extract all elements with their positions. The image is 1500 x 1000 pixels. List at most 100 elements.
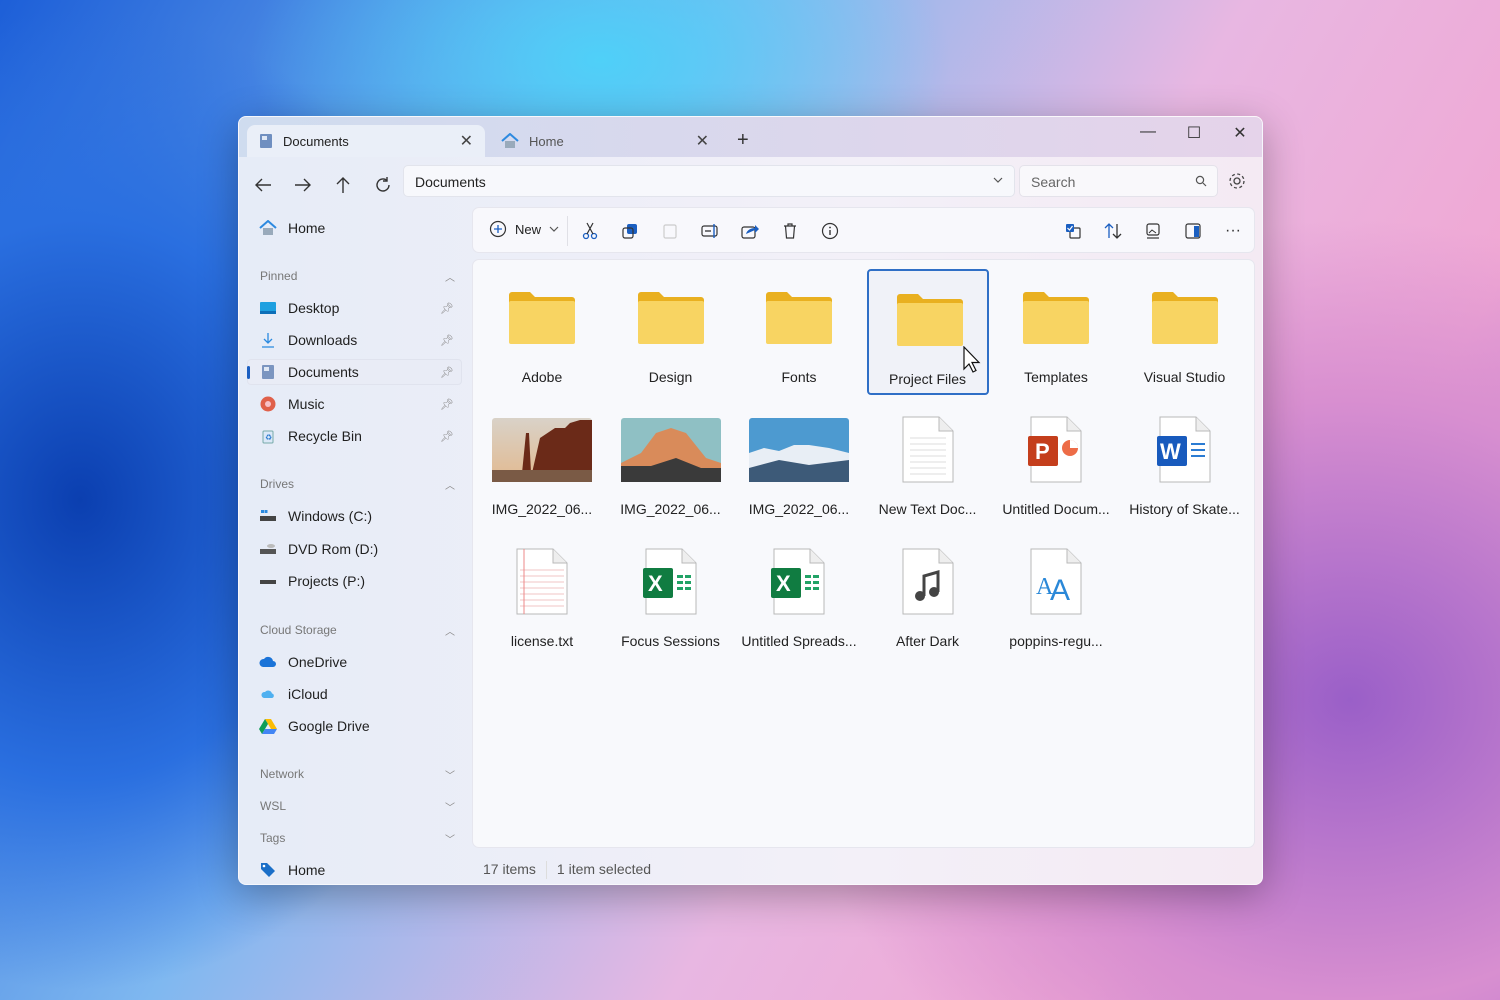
sidebar-item-home[interactable]: Home <box>247 857 462 883</box>
sidebar-item-dvd-rom-d[interactable]: DVD Rom (D:) <box>247 536 462 562</box>
pin-icon[interactable]: 📌︎ <box>440 430 454 443</box>
back-button[interactable] <box>249 171 277 199</box>
section-header-wsl[interactable]: WSL ﹀ <box>260 799 463 814</box>
file-item-untitled-spreads[interactable]: X Untitled Spreads... <box>738 533 860 659</box>
file-item-templates[interactable]: Templates <box>995 269 1117 395</box>
status-bar: 17 items 1 item selected <box>483 861 651 879</box>
sort-icon <box>1104 223 1122 239</box>
tab-home[interactable]: Home ✕ <box>489 125 721 157</box>
file-item-poppins-regu[interactable]: A A poppins-regu... <box>995 533 1117 659</box>
new-tab-button[interactable]: + <box>737 129 749 152</box>
section-header-tags[interactable]: Tags ﹀ <box>260 831 463 846</box>
pin-icon[interactable]: 📌︎ <box>440 302 454 315</box>
paste-button[interactable] <box>660 221 680 241</box>
new-button[interactable]: New <box>489 220 559 238</box>
view-button[interactable] <box>1143 221 1163 241</box>
sort-button[interactable] <box>1103 221 1123 241</box>
image-thumbnail <box>749 415 849 485</box>
sidebar-item-windows-c[interactable]: Windows (C:) <box>247 503 462 529</box>
share-button[interactable] <box>740 221 760 241</box>
file-item-img-2022-06[interactable]: IMG_2022_06... <box>610 401 732 527</box>
folder-icon <box>1006 283 1106 353</box>
file-item-design[interactable]: Design <box>610 269 732 395</box>
chevron-down-icon[interactable]: ﹀ <box>445 799 455 814</box>
tab-label: Documents <box>283 133 349 149</box>
delete-button[interactable] <box>780 221 800 241</box>
file-item-img-2022-06[interactable]: IMG_2022_06... <box>481 401 603 527</box>
pin-icon[interactable]: 📌︎ <box>440 334 454 347</box>
section-title: WSL <box>260 799 287 813</box>
sidebar-item-onedrive[interactable]: OneDrive <box>247 649 462 675</box>
copy-button[interactable] <box>620 221 640 241</box>
select-button[interactable] <box>1063 221 1083 241</box>
chevron-up-icon[interactable]: ︿ <box>445 623 455 638</box>
home-icon <box>259 861 277 879</box>
excel-icon: X <box>749 547 849 617</box>
file-item-untitled-docum[interactable]: P Untitled Docum... <box>995 401 1117 527</box>
file-item-adobe[interactable]: Adobe <box>481 269 603 395</box>
more-options-button[interactable]: ··· <box>1223 221 1243 241</box>
file-item-new-text-doc[interactable]: New Text Doc... <box>867 401 989 527</box>
pin-icon[interactable]: 📌︎ <box>440 366 454 379</box>
text-file-icon <box>878 415 978 485</box>
chevron-down-icon[interactable] <box>992 174 1004 186</box>
close-tab-icon[interactable]: ✕ <box>460 131 473 151</box>
sidebar-item-downloads[interactable]: Downloads 📌︎ <box>247 327 462 353</box>
mouse-cursor-icon <box>963 346 981 373</box>
chevron-down-icon[interactable]: ﹀ <box>445 767 455 782</box>
close-window-button[interactable]: ✕ <box>1225 123 1255 143</box>
file-item-after-dark[interactable]: After Dark <box>867 533 989 659</box>
svg-text:P: P <box>1035 439 1050 464</box>
svg-text:X: X <box>648 571 663 596</box>
section-header-network[interactable]: Network ﹀ <box>260 767 463 782</box>
rename-icon <box>701 224 718 238</box>
desktop-icon <box>259 299 277 317</box>
chevron-up-icon[interactable]: ︿ <box>445 477 455 492</box>
image-thumbnail <box>620 415 721 485</box>
scissors-icon <box>582 222 598 240</box>
preview-pane-icon <box>1185 223 1201 239</box>
up-button[interactable] <box>329 171 357 199</box>
tab-documents[interactable]: Documents ✕ <box>247 125 485 157</box>
new-label: New <box>515 221 542 237</box>
refresh-button[interactable] <box>369 171 397 199</box>
close-tab-icon[interactable]: ✕ <box>696 131 709 151</box>
file-item-project-files[interactable]: Project Files <box>866 269 989 395</box>
pin-icon[interactable]: 📌︎ <box>440 398 454 411</box>
minimize-button[interactable]: — <box>1133 123 1163 141</box>
address-bar[interactable]: Documents <box>403 165 1015 197</box>
properties-button[interactable] <box>820 221 840 241</box>
file-item-history-of-skate[interactable]: W History of Skate... <box>1124 401 1246 527</box>
chevron-up-icon[interactable]: ︿ <box>445 269 455 284</box>
sidebar-item-recycle-bin[interactable]: ♻ Recycle Bin 📌︎ <box>247 423 462 449</box>
section-title: Cloud Storage <box>260 623 337 637</box>
section-header-drives[interactable]: Drives ︿ <box>260 477 463 492</box>
section-header-pinned[interactable]: Pinned ︿ <box>260 269 463 284</box>
search-input[interactable]: Search <box>1019 165 1218 197</box>
maximize-button[interactable]: ☐ <box>1179 123 1209 143</box>
rename-button[interactable] <box>700 221 720 241</box>
file-item-focus-sessions[interactable]: X Focus Sessions <box>610 533 732 659</box>
google-drive-icon <box>259 717 277 735</box>
cut-button[interactable] <box>580 221 600 241</box>
file-item-fonts[interactable]: Fonts <box>738 269 860 395</box>
forward-button[interactable] <box>289 171 317 199</box>
sidebar-item-google-drive[interactable]: Google Drive <box>247 713 462 739</box>
audio-file-icon <box>878 547 978 617</box>
sidebar-item-label: iCloud <box>288 686 328 702</box>
sidebar-item-projects-p[interactable]: Projects (P:) <box>247 568 462 594</box>
sidebar-item-label: DVD Rom (D:) <box>288 540 379 557</box>
sidebar-item-documents[interactable]: Documents 📌︎ <box>247 359 462 385</box>
settings-button[interactable] <box>1227 171 1247 196</box>
preview-pane-button[interactable] <box>1183 221 1203 241</box>
file-item-license-txt[interactable]: license.txt <box>481 533 603 659</box>
chevron-down-icon[interactable]: ﹀ <box>445 831 455 846</box>
file-item-visual-studio[interactable]: Visual Studio <box>1124 269 1246 395</box>
sidebar-item-icloud[interactable]: iCloud <box>247 681 462 707</box>
sidebar-item-desktop[interactable]: Desktop 📌︎ <box>247 295 462 321</box>
sidebar-item-music[interactable]: Music 📌︎ <box>247 391 462 417</box>
file-item-img-2022-06[interactable]: IMG_2022_06... <box>738 401 860 527</box>
search-icon <box>1195 175 1207 187</box>
sidebar-item-home[interactable]: Home <box>247 215 462 241</box>
section-header-cloud-storage[interactable]: Cloud Storage ︿ <box>260 623 463 638</box>
